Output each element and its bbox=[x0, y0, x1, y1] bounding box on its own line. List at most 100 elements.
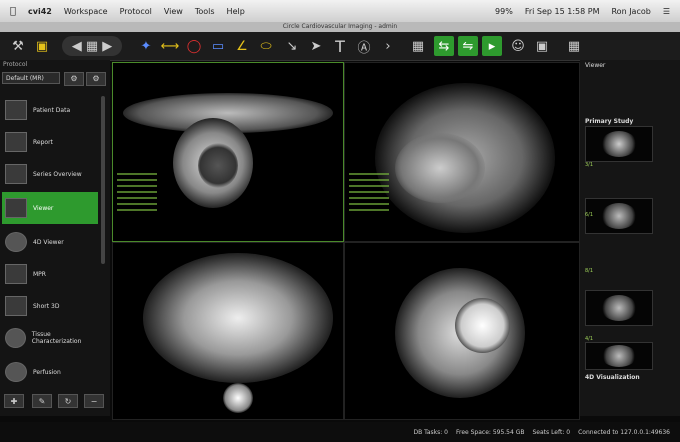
viewport-bottom-right[interactable] bbox=[344, 242, 580, 420]
menu-list-icon[interactable]: ☰ bbox=[663, 7, 670, 16]
add-icon[interactable]: ✚ bbox=[4, 394, 24, 408]
protocol-settings-icon[interactable]: ⚙ bbox=[64, 72, 84, 86]
reference-lines-icon[interactable]: ▸ bbox=[482, 36, 502, 56]
toolbar: ⚒ ▣ ◀ ▦ ▶ ✦ ⟷ ◯ ▭ ∠ ⬭ ↘ ➤ T Ⓐ › ▦ ⇆ ⇋ ▸ … bbox=[0, 32, 680, 61]
thumb-image bbox=[601, 131, 637, 157]
thumb-image bbox=[601, 295, 637, 321]
short-3d-icon bbox=[5, 296, 27, 316]
nav-series-overview[interactable]: Series Overview bbox=[2, 158, 98, 190]
primary-study-label: Primary Study bbox=[585, 118, 634, 125]
nav-label: 4D Viewer bbox=[33, 238, 64, 246]
link-series-icon[interactable]: ⇋ bbox=[458, 36, 478, 56]
edit-icon[interactable]: ✎ bbox=[32, 394, 52, 408]
cine-icon[interactable]: ▣ bbox=[532, 36, 552, 56]
nav-label: Report bbox=[33, 138, 53, 146]
user-view-icon[interactable]: ☺ bbox=[508, 36, 528, 56]
layout-icon[interactable]: ▣ bbox=[32, 36, 52, 56]
menu-app-name[interactable]: cvi42 bbox=[28, 7, 52, 16]
viewport-top-left[interactable] bbox=[112, 62, 344, 242]
patient-data-icon bbox=[5, 100, 27, 120]
nav-label: Perfusion bbox=[33, 368, 61, 376]
menu-workspace[interactable]: Workspace bbox=[64, 7, 108, 16]
series-overview-icon bbox=[5, 164, 27, 184]
circle-tool-icon[interactable]: ◯ bbox=[184, 36, 204, 56]
protocol-menu-icon[interactable]: ⚙ bbox=[86, 72, 106, 86]
navigation-control[interactable]: ◀ ▦ ▶ bbox=[62, 36, 122, 56]
user-name[interactable]: Ron Jacob bbox=[611, 7, 650, 16]
thumb-label: 3/1 bbox=[585, 162, 594, 168]
nav-viewer[interactable]: Viewer bbox=[2, 192, 98, 224]
pointer-icon[interactable]: ✦ bbox=[136, 36, 156, 56]
nav-4d-viewer[interactable]: 4D Viewer bbox=[2, 226, 98, 258]
nav-label: Viewer bbox=[33, 204, 54, 212]
menu-view[interactable]: View bbox=[164, 7, 183, 16]
status-bar: DB Tasks: 0 Free Space: 595.54 GB Seats … bbox=[0, 422, 680, 442]
apple-icon[interactable]:  bbox=[10, 6, 16, 17]
4d-visualization-label: 4D Visualization bbox=[585, 374, 640, 381]
4d-viewer-icon bbox=[5, 232, 27, 252]
nav-perfusion[interactable]: Perfusion bbox=[2, 356, 98, 388]
battery-status: 99% bbox=[495, 6, 513, 16]
thumb-image bbox=[601, 203, 637, 229]
protocol-label: Protocol bbox=[3, 61, 28, 68]
mri-four-chamber bbox=[143, 253, 333, 383]
protocol-select[interactable]: Default (MR) bbox=[2, 72, 60, 84]
seats-left: Seats Left: 0 bbox=[532, 428, 571, 436]
nav-label: Short 3D bbox=[33, 302, 60, 310]
connection-status: Connected to 127.0.0.1:49636 bbox=[578, 428, 670, 436]
tissue-icon bbox=[5, 328, 26, 348]
series-thumbnail[interactable] bbox=[585, 290, 653, 326]
viewer-icon bbox=[5, 198, 27, 218]
db-tasks: DB Tasks: 0 bbox=[413, 428, 448, 436]
mri-vessel bbox=[223, 383, 253, 413]
free-space: Free Space: 595.54 GB bbox=[455, 428, 525, 436]
viewport-overlay bbox=[349, 173, 389, 213]
nav-patient-data[interactable]: Patient Data bbox=[2, 94, 98, 126]
sync-layout-icon[interactable]: ⇆ bbox=[434, 36, 454, 56]
probe-tool-icon[interactable]: ↘ bbox=[282, 36, 302, 56]
arrow-tool-icon[interactable]: ➤ bbox=[306, 36, 326, 56]
mri-chamber bbox=[395, 133, 485, 203]
series-icon[interactable]: ▦ bbox=[408, 36, 428, 56]
remove-icon[interactable]: − bbox=[84, 394, 104, 408]
sidebar-scrollbar[interactable] bbox=[101, 96, 105, 264]
nav-tissue-characterization[interactable]: Tissue Characterization bbox=[2, 322, 98, 354]
viewport-top-right[interactable] bbox=[344, 62, 580, 242]
menu-help[interactable]: Help bbox=[227, 7, 245, 16]
thumb-label: 8/1 bbox=[585, 268, 594, 274]
nav-short-3d[interactable]: Short 3D bbox=[2, 290, 98, 322]
menu-tools[interactable]: Tools bbox=[195, 7, 215, 16]
nav-label: Series Overview bbox=[33, 170, 82, 178]
perfusion-icon bbox=[5, 362, 27, 382]
nav-label: Tissue Characterization bbox=[31, 331, 82, 345]
viewer-panel-label: Viewer bbox=[585, 62, 606, 69]
series-thumbnail[interactable] bbox=[585, 126, 653, 162]
mri-lv-cavity bbox=[455, 298, 510, 353]
rectangle-tool-icon[interactable]: ▭ bbox=[208, 36, 228, 56]
nav-report[interactable]: Report bbox=[2, 126, 98, 158]
nav-label: Patient Data bbox=[33, 106, 71, 114]
ellipse-tool-icon[interactable]: ⬭ bbox=[256, 36, 276, 56]
annotation-tool-icon[interactable]: Ⓐ bbox=[354, 36, 374, 56]
text-tool-icon[interactable]: T bbox=[330, 36, 350, 56]
thumb-image bbox=[601, 345, 637, 367]
nav-label: MPR bbox=[33, 270, 46, 278]
angle-tool-icon[interactable]: ∠ bbox=[232, 36, 252, 56]
viewport-bottom-left[interactable] bbox=[112, 242, 344, 420]
clock: Fri Sep 15 1:58 PM bbox=[524, 6, 600, 16]
mri-ventricle-cavity bbox=[198, 143, 238, 188]
series-thumbnail[interactable] bbox=[585, 342, 653, 370]
series-thumbnail[interactable] bbox=[585, 198, 653, 234]
viewport-overlay bbox=[117, 173, 157, 213]
tools-icon[interactable]: ⚒ bbox=[8, 36, 28, 56]
refresh-icon[interactable]: ↻ bbox=[58, 394, 78, 408]
line-tool-icon[interactable]: ⟷ bbox=[160, 36, 180, 56]
sidebar-bottom-buttons: ✚ ✎ ↻ − bbox=[0, 394, 110, 410]
more-tools-icon[interactable]: › bbox=[378, 36, 398, 56]
report-icon bbox=[5, 132, 27, 152]
menu-bar:  cvi42 Workspace Protocol View Tools He… bbox=[0, 0, 680, 22]
grid-layout-icon[interactable]: ▦ bbox=[564, 36, 584, 56]
nav-mpr[interactable]: MPR bbox=[2, 258, 98, 290]
menu-protocol[interactable]: Protocol bbox=[120, 7, 152, 16]
window-title: Circle Cardiovascular Imaging - admin bbox=[0, 22, 680, 32]
